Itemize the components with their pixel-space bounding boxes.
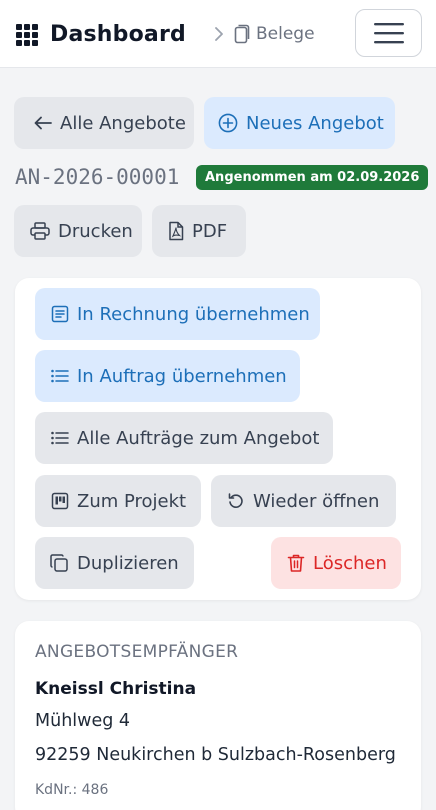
delete-label: Löschen: [313, 552, 387, 574]
rotate-ccw-icon: [228, 493, 243, 508]
print-label: Drucken: [58, 220, 133, 242]
copy-icon: [50, 554, 68, 572]
all-orders-button[interactable]: Alle Aufträge zum Angebot: [35, 412, 333, 464]
trash-icon: [287, 554, 305, 572]
list-icon: [51, 431, 69, 445]
menu-button[interactable]: [355, 9, 422, 57]
reopen-label: Wieder öffnen: [253, 490, 380, 512]
list-icon: [51, 369, 69, 383]
recipient-card: ANGEBOTSEMPFÄNGER Kneissl Christina Mühl…: [15, 621, 421, 810]
convert-to-order-label: In Auftrag übernehmen: [77, 365, 287, 387]
back-to-offers-button[interactable]: Alle Angebote: [14, 97, 194, 149]
convert-to-order-button[interactable]: In Auftrag übernehmen: [35, 350, 300, 402]
invoice-icon: [51, 305, 69, 323]
recipient-name: Kneissl Christina: [35, 679, 197, 699]
kanban-icon: [51, 492, 69, 510]
pdf-file-icon: [169, 221, 184, 241]
to-project-button[interactable]: Zum Projekt: [35, 475, 201, 527]
back-to-offers-label: Alle Angebote: [60, 112, 186, 134]
pdf-label: PDF: [192, 220, 228, 242]
document-number: AN-2026-00001: [15, 165, 180, 189]
duplicate-button[interactable]: Duplizieren: [35, 537, 194, 589]
pdf-button[interactable]: PDF: [152, 205, 246, 257]
status-badge: Angenommen am 02.09.2026: [196, 165, 429, 190]
arrow-left-icon: [34, 116, 52, 130]
document-icon: [234, 24, 250, 44]
new-offer-label: Neues Angebot: [246, 112, 384, 134]
recipient-city: 92259 Neukirchen b Sulzbach-Rosenberg: [35, 745, 396, 765]
convert-to-invoice-label: In Rechnung übernehmen: [77, 303, 310, 325]
plus-circle-icon: [218, 113, 238, 133]
top-bar: Dashboard Belege: [0, 0, 436, 68]
customer-number: KdNr.: 486: [35, 782, 109, 798]
breadcrumb-label: Belege: [256, 24, 315, 44]
printer-icon: [30, 222, 50, 240]
delete-button[interactable]: Löschen: [271, 537, 401, 589]
breadcrumb[interactable]: Belege: [214, 24, 315, 44]
grid-icon: [16, 23, 38, 46]
new-offer-button[interactable]: Neues Angebot: [204, 97, 395, 149]
app-title: Dashboard: [50, 22, 186, 47]
reopen-button[interactable]: Wieder öffnen: [211, 475, 396, 527]
all-orders-label: Alle Aufträge zum Angebot: [77, 427, 320, 449]
duplicate-label: Duplizieren: [77, 552, 179, 574]
convert-to-invoice-button[interactable]: In Rechnung übernehmen: [35, 288, 320, 340]
to-project-label: Zum Projekt: [77, 490, 187, 512]
recipient-street: Mühlweg 4: [35, 711, 131, 731]
chevron-right-icon: [215, 27, 223, 41]
brand[interactable]: Dashboard: [16, 22, 186, 47]
section-title: ANGEBOTSEMPFÄNGER: [35, 642, 239, 662]
hamburger-icon: [373, 23, 404, 44]
print-button[interactable]: Drucken: [14, 205, 142, 257]
actions-card: In Rechnung übernehmen In Auftrag überne…: [15, 278, 421, 600]
